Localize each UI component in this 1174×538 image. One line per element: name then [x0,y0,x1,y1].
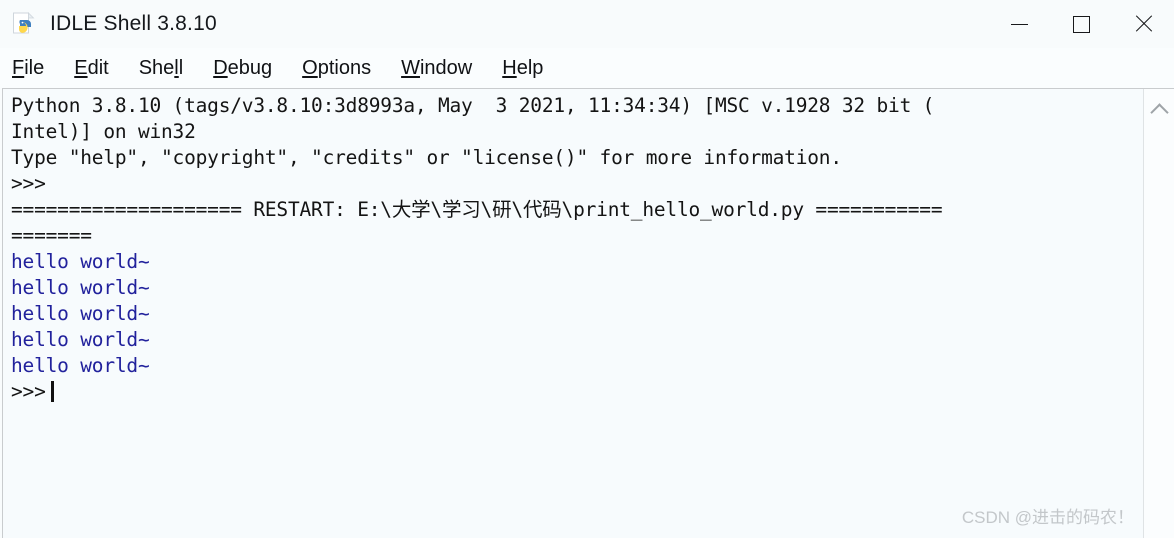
idle-shell-window: IDLE Shell 3.8.10 File Edit Shell Debug [0,0,1174,538]
shell-text-content[interactable]: Python 3.8.10 (tags/v3.8.10:3d8993a, May… [3,89,1143,538]
menu-item-debug[interactable]: Debug [213,57,272,80]
menu-options-mnemonic: O [302,56,318,79]
shell-line: >>> [11,379,1143,405]
shell-line-text: hello world~ [11,354,150,377]
menu-file-post: ile [24,56,45,79]
shell-line-text: hello world~ [11,302,150,325]
shell-line-text: Type "help", "copyright", "credits" or "… [11,146,842,169]
menu-item-window[interactable]: Window [401,57,472,80]
menu-window-mnemonic: W [401,56,420,79]
shell-line: hello world~ [11,301,1143,327]
shell-line-text: Intel)] on win32 [11,120,196,143]
menu-shell-post: l [178,56,184,79]
menu-debug-post: ebug [227,56,273,79]
window-controls [988,0,1174,48]
shell-line: hello world~ [11,275,1143,301]
shell-line-text: hello world~ [11,276,150,299]
minimize-icon [1010,23,1028,25]
shell-line: >>> [11,171,1143,197]
shell-line-text: Python 3.8.10 (tags/v3.8.10:3d8993a, May… [11,94,935,117]
minimize-button[interactable] [988,0,1050,48]
menu-help-post: elp [516,56,544,79]
maximize-button[interactable] [1050,0,1112,48]
shell-line: ==================== RESTART: E:\大学\学习\研… [11,197,1143,223]
menu-shell-pre: She [138,56,175,79]
menu-item-edit[interactable]: Edit [74,57,108,80]
title-bar: IDLE Shell 3.8.10 [0,0,1174,48]
shell-line: ======= [11,223,1143,249]
window-title: IDLE Shell 3.8.10 [50,12,217,35]
shell-line-text: >>> [11,172,46,195]
menu-item-help[interactable]: Help [502,57,543,80]
shell-line: Python 3.8.10 (tags/v3.8.10:3d8993a, May… [11,93,1143,119]
shell-line: Type "help", "copyright", "credits" or "… [11,145,1143,171]
shell-line-text: >>> [11,380,46,403]
shell-line: hello world~ [11,327,1143,353]
chevron-up-icon [1149,102,1169,122]
shell-line-text: hello world~ [11,250,150,273]
text-cursor [50,381,54,402]
menu-item-options[interactable]: Options [302,57,371,80]
shell-line: hello world~ [11,353,1143,379]
maximize-icon [1072,15,1090,33]
menu-options-post: ptions [317,56,372,79]
scrollbar-track[interactable] [1148,127,1170,534]
menu-edit-post: dit [87,56,109,79]
menu-file-mnemonic: F [12,56,25,79]
shell-line-text: ==================== RESTART: E:\大学\学习\研… [11,198,943,221]
menu-item-file[interactable]: File [12,57,44,80]
menu-item-shell[interactable]: Shell [139,57,184,80]
shell-line: Intel)] on win32 [11,119,1143,145]
scroll-up-button[interactable] [1144,95,1174,125]
shell-line-text: hello world~ [11,328,150,351]
shell-output-area[interactable]: Python 3.8.10 (tags/v3.8.10:3d8993a, May… [2,88,1174,538]
vertical-scrollbar[interactable] [1143,89,1174,538]
close-button[interactable] [1112,0,1174,48]
menu-bar: File Edit Shell Debug Options Window Hel… [0,48,1174,88]
shell-line-text: ======= [11,224,92,247]
menu-debug-mnemonic: D [213,56,228,79]
shell-line: hello world~ [11,249,1143,275]
menu-edit-mnemonic: E [74,56,88,79]
menu-help-mnemonic: H [502,56,517,79]
idle-python-icon [12,11,38,37]
close-icon [1133,14,1153,34]
menu-window-post: indow [419,56,473,79]
